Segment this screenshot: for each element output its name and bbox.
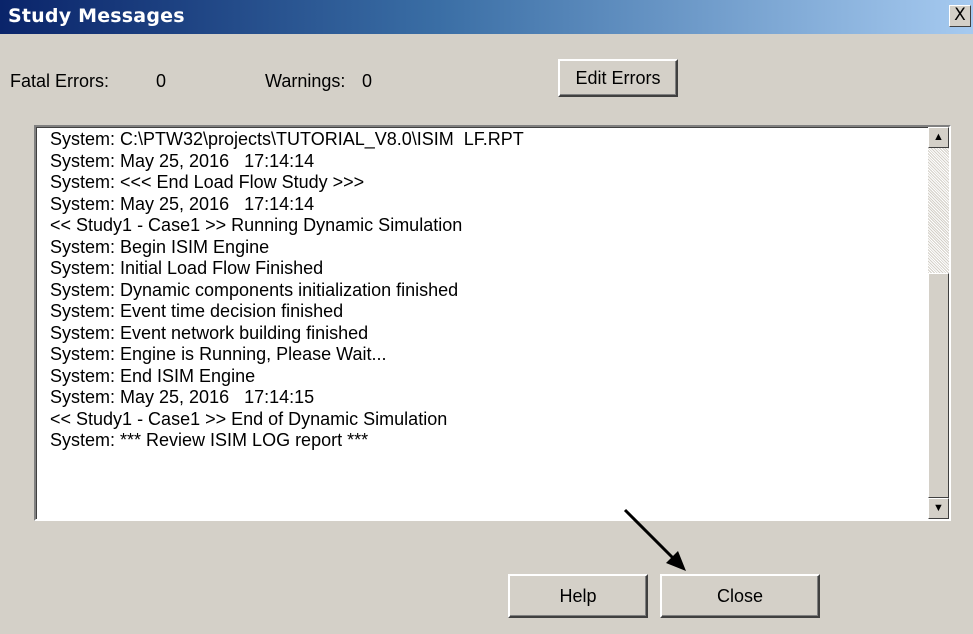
message-line[interactable]: System: Begin ISIM Engine [50,237,925,259]
messages-scrollbar[interactable]: ▲ ▼ [928,127,949,519]
message-line[interactable]: System: C:\PTW32\projects\TUTORIAL_V8.0\… [50,129,925,151]
warnings-count: 0 [362,71,373,91]
message-line[interactable]: System: May 25, 2016 17:14:15 [50,387,925,409]
fatal-errors-count: 0 [156,71,167,91]
message-line[interactable]: System: <<< End Load Flow Study >>> [50,172,925,194]
fatal-errors-label: Fatal Errors: [10,71,110,91]
messages-list-content: System: C:\PTW32\projects\TUTORIAL_V8.0\… [50,129,925,517]
message-line[interactable]: << Study1 - Case1 >> End of Dynamic Simu… [50,409,925,431]
message-line[interactable]: System: *** Review ISIM LOG report *** [50,430,925,452]
close-window-icon[interactable]: X [949,5,971,27]
message-line[interactable]: << Study1 - Case1 >> Running Dynamic Sim… [50,215,925,237]
help-button[interactable]: Help [508,574,648,618]
message-line[interactable]: System: Initial Load Flow Finished [50,258,925,280]
scroll-up-icon[interactable]: ▲ [928,127,949,148]
edit-errors-button[interactable]: Edit Errors [558,59,678,97]
study-messages-dialog: Study Messages X Fatal Errors: 0 Warning… [0,0,973,634]
messages-list[interactable]: System: C:\PTW32\projects\TUTORIAL_V8.0\… [34,125,951,521]
message-line[interactable]: System: May 25, 2016 17:14:14 [50,194,925,216]
message-line[interactable]: System: Engine is Running, Please Wait..… [50,344,925,366]
message-line[interactable]: System: Dynamic components initializatio… [50,280,925,302]
scroll-down-icon[interactable]: ▼ [928,498,949,519]
scroll-thumb[interactable] [928,273,949,498]
warnings-label: Warnings: [265,71,346,91]
message-line[interactable]: System: End ISIM Engine [50,366,925,388]
close-button[interactable]: Close [660,574,820,618]
window-title: Study Messages [8,5,185,27]
message-line[interactable]: System: Event time decision finished [50,301,925,323]
title-bar[interactable]: Study Messages X [0,0,973,34]
message-line[interactable]: System: May 25, 2016 17:14:14 [50,151,925,173]
message-line[interactable]: System: Event network building finished [50,323,925,345]
annotation-arrow-icon [623,508,686,571]
